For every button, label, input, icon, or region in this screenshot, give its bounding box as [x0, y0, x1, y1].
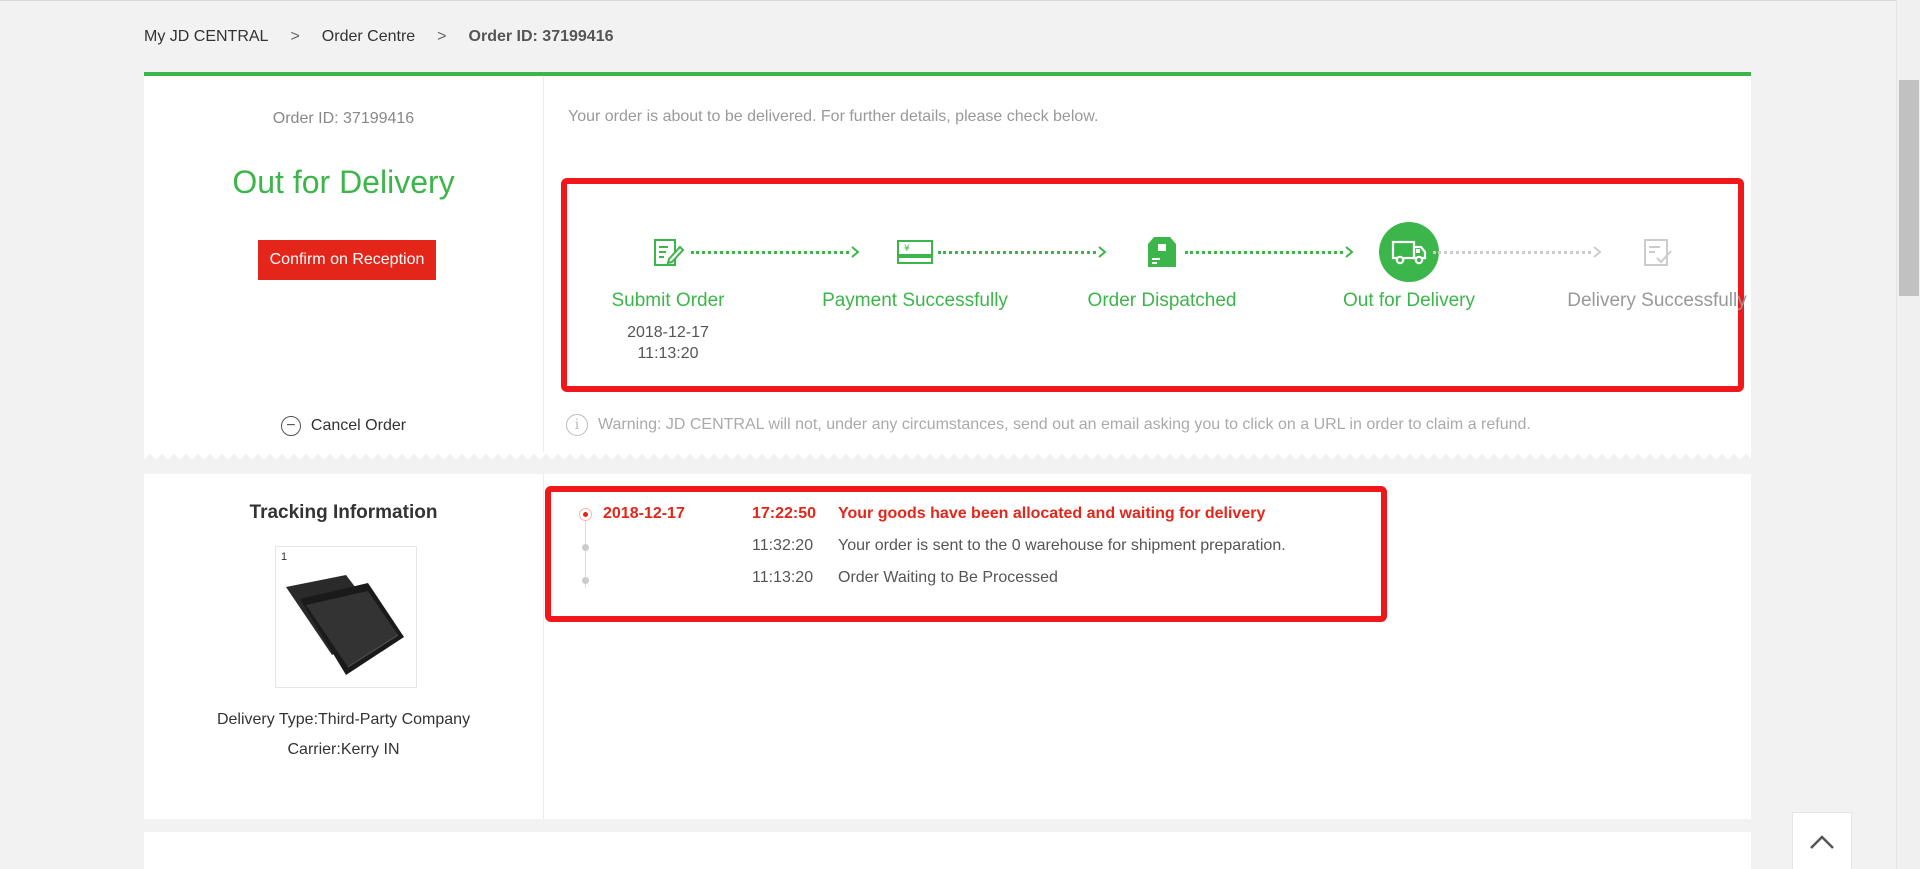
breadcrumb-order-centre[interactable]: Order Centre: [322, 28, 415, 46]
order-status-title: Out for Delivery: [232, 164, 455, 200]
tracking-title: Tracking Information: [249, 502, 438, 523]
cancel-order-button[interactable]: − Cancel Order: [144, 416, 543, 436]
tracking-event-row: 11:32:20 Your order is sent to the 0 war…: [603, 534, 1286, 558]
order-id-label: Order ID: 37199416: [272, 110, 415, 127]
order-detail-page: My JD CENTRAL > Order Centre > Order ID:…: [0, 0, 1920, 869]
event-date: 2018-12-17: [603, 505, 685, 522]
panel-zigzag-divider: [144, 452, 1751, 462]
checked-document-icon: [1627, 222, 1687, 282]
delivery-type: Delivery Type:Third-Party Company: [216, 711, 471, 728]
event-time: 11:32:20: [752, 537, 814, 554]
timeline-dot: [582, 577, 589, 584]
event-time: 11:13:20: [752, 569, 814, 586]
event-text: Your order is sent to the 0 warehouse fo…: [838, 537, 1286, 554]
edit-document-icon: [638, 222, 698, 282]
info-icon: i: [566, 414, 588, 436]
step-label: Order Dispatched: [1087, 290, 1237, 311]
product-thumbnail[interactable]: 1: [275, 546, 417, 688]
security-warning: i Warning: JD CENTRAL will not, under an…: [566, 414, 1531, 436]
thumbnail-mark: 1: [281, 551, 288, 563]
order-status-panel: Order ID: 37199416 Out for Delivery Conf…: [144, 72, 1751, 458]
order-progress-highlight: Submit Order 2018-12-17 11:13:20 ¥ Payme…: [561, 178, 1747, 392]
minus-circle-icon: −: [280, 416, 301, 436]
step-time: 11:13:20: [637, 345, 699, 362]
confirm-on-reception-button[interactable]: Confirm on Reception: [258, 240, 436, 280]
payment-card-icon: ¥: [885, 222, 945, 282]
breadcrumb-my-jd-central[interactable]: My JD CENTRAL: [144, 28, 268, 46]
progress-step-delivered: Delivery Successfully: [1557, 222, 1757, 312]
event-text: Order Waiting to Be Processed: [838, 569, 1058, 586]
step-date: 2018-12-17: [627, 324, 709, 341]
svg-text:¥: ¥: [904, 244, 910, 254]
timeline-dot-latest: [579, 508, 592, 521]
progress-step-payment: ¥ Payment Successfully: [815, 222, 1015, 312]
scrollbar-thumb[interactable]: [1899, 80, 1919, 296]
tracking-panel: Tracking Information 1 Delivery Type:Thi…: [144, 474, 1751, 819]
cancel-order-label: Cancel Order: [310, 417, 407, 434]
top-edge: [0, 0, 1896, 1]
carrier: Carrier:Kerry IN: [287, 741, 400, 758]
order-summary: Order ID: 37199416 Out for Delivery Conf…: [144, 76, 544, 458]
breadcrumb-separator: >: [437, 28, 447, 45]
tracking-events-highlight: 2018-12-17 17:22:50 Your goods have been…: [545, 486, 1387, 622]
timeline-dot: [582, 544, 589, 551]
product-image: [286, 575, 404, 675]
event-text: Your goods have been allocated and waiti…: [838, 505, 1266, 522]
shipment-summary: Tracking Information 1 Delivery Type:Thi…: [144, 474, 544, 819]
step-label: Payment Successfully: [822, 290, 1008, 311]
progress-step-out-for-delivery: Out for Delivery: [1309, 222, 1509, 312]
package-box-icon: [1132, 222, 1192, 282]
order-progress-area: Your order is about to be delivered. For…: [544, 76, 1751, 458]
order-info-panel: [144, 832, 1751, 869]
step-label: Out for Delivery: [1343, 290, 1475, 311]
chevron-up-icon: [1810, 835, 1834, 849]
breadcrumb: My JD CENTRAL > Order Centre > Order ID:…: [144, 28, 614, 46]
event-time: 17:22:50: [752, 505, 817, 522]
breadcrumb-separator: >: [290, 28, 300, 45]
breadcrumb-current-order: Order ID: 37199416: [468, 28, 614, 45]
delivery-truck-icon: [1379, 222, 1439, 282]
scroll-to-top-button[interactable]: [1792, 812, 1852, 869]
tracking-event-row: 11:13:20 Order Waiting to Be Processed: [603, 566, 1058, 590]
progress-step-submit-order: Submit Order 2018-12-17 11:13:20: [568, 222, 768, 364]
progress-step-dispatched: Order Dispatched: [1062, 222, 1262, 312]
step-label: Delivery Successfully: [1567, 290, 1747, 311]
step-label: Submit Order: [611, 290, 725, 311]
warning-text: Warning: JD CENTRAL will not, under any …: [598, 416, 1531, 433]
tracking-event-row: 2018-12-17 17:22:50 Your goods have been…: [603, 502, 1265, 526]
page-scrollbar[interactable]: [1896, 0, 1920, 869]
status-intro-text: Your order is about to be delivered. For…: [568, 108, 1099, 125]
